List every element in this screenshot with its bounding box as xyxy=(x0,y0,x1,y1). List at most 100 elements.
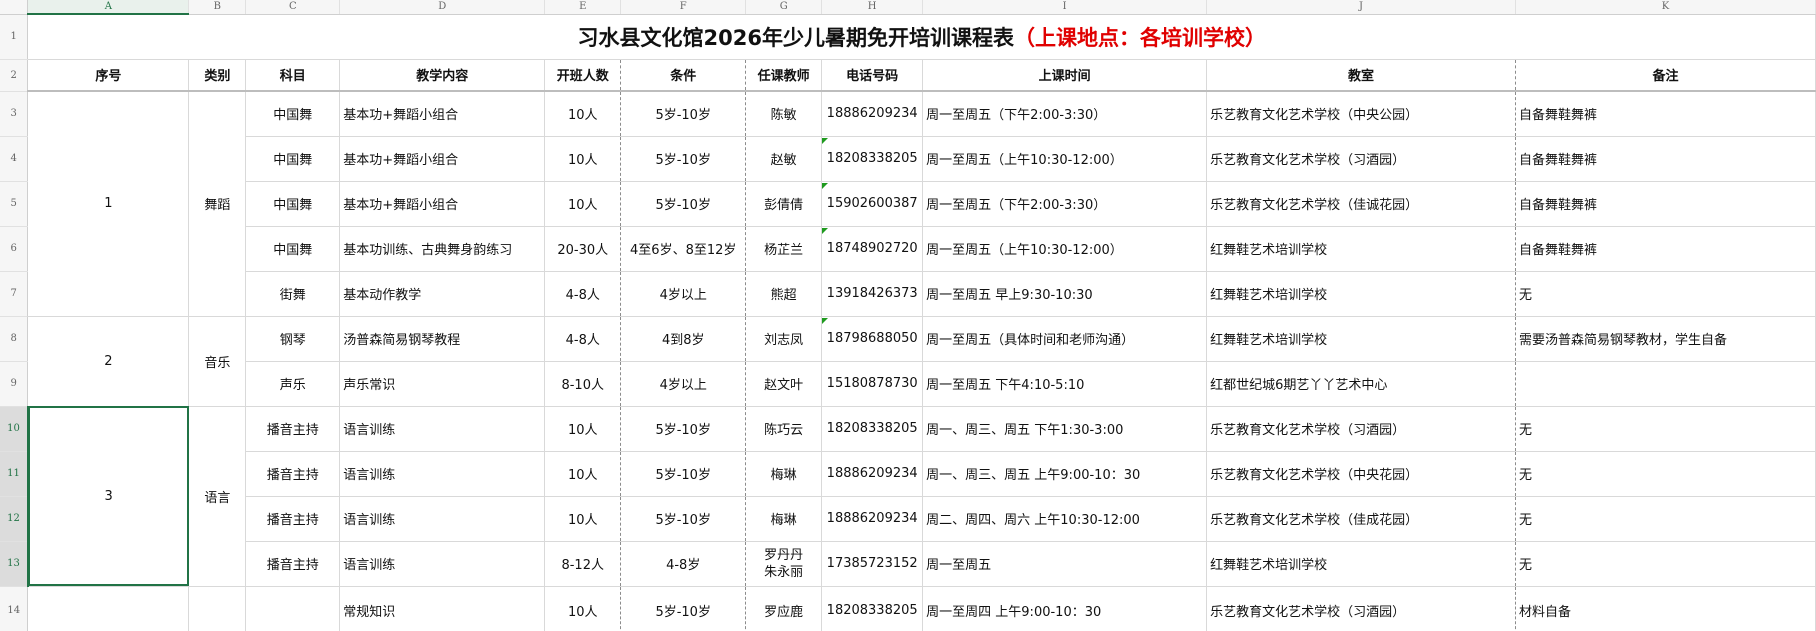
cell-content[interactable]: 基本功+舞蹈小组合 xyxy=(339,181,546,227)
header-content[interactable]: 教学内容 xyxy=(339,59,546,92)
cell-note[interactable]: 无 xyxy=(1515,451,1816,497)
column-header-g[interactable]: G xyxy=(745,0,823,15)
cell-content[interactable]: 语言训练 xyxy=(339,451,546,497)
cell-class-size[interactable]: 20-30人 xyxy=(544,226,622,272)
cell-time[interactable]: 周一至周四 上午9:00-10：30 xyxy=(922,586,1208,631)
cell-room[interactable]: 乐艺教育文化艺术学校（习酒园） xyxy=(1206,136,1516,182)
row-header-5[interactable]: 5 xyxy=(0,181,29,227)
cell-phone[interactable]: 18748902720 xyxy=(821,226,924,272)
column-header-h[interactable]: H xyxy=(821,0,924,15)
cell-room[interactable]: 红舞鞋艺术培训学校 xyxy=(1206,271,1516,317)
cell-index[interactable] xyxy=(27,586,190,631)
header-index[interactable]: 序号 xyxy=(27,59,190,92)
cell-subject[interactable]: 中国舞 xyxy=(245,181,341,227)
cell-content[interactable]: 常规知识 xyxy=(339,586,546,631)
cell-content[interactable]: 基本功+舞蹈小组合 xyxy=(339,136,546,182)
cell-note[interactable]: 无 xyxy=(1515,496,1816,542)
column-header-d[interactable]: D xyxy=(339,0,546,15)
cell-teacher[interactable]: 罗丹丹 朱永丽 xyxy=(745,541,823,587)
cell-content[interactable]: 基本动作教学 xyxy=(339,271,546,317)
column-header-i[interactable]: I xyxy=(922,0,1208,15)
header-subject[interactable]: 科目 xyxy=(245,59,341,92)
cell-time[interactable]: 周一至周五（下午2:00-3:30） xyxy=(922,181,1208,227)
cell-subject[interactable]: 播音主持 xyxy=(245,451,341,497)
cell-note[interactable]: 需要汤普森简易钢琴教材，学生自备 xyxy=(1515,316,1816,362)
cell-content[interactable]: 基本功训练、古典舞身韵练习 xyxy=(339,226,546,272)
row-header-12[interactable]: 12 xyxy=(0,496,29,542)
header-note[interactable]: 备注 xyxy=(1515,59,1816,92)
header-phone[interactable]: 电话号码 xyxy=(821,59,924,92)
row-header-8[interactable]: 8 xyxy=(0,316,29,362)
cell-time[interactable]: 周一至周五（上午10:30-12:00） xyxy=(922,136,1208,182)
cell-note[interactable]: 自备舞鞋舞裤 xyxy=(1515,91,1816,137)
row-header-6[interactable]: 6 xyxy=(0,226,29,272)
cell-class-size[interactable]: 8-10人 xyxy=(544,361,622,407)
cell-phone[interactable]: 18886209234 xyxy=(821,91,924,137)
cell-subject[interactable] xyxy=(245,586,341,631)
cell-phone[interactable]: 15180878730 xyxy=(821,361,924,407)
cell-condition[interactable]: 5岁-10岁 xyxy=(620,451,747,497)
cell-time[interactable]: 周一至周五（下午2:00-3:30） xyxy=(922,91,1208,137)
cell-subject[interactable]: 街舞 xyxy=(245,271,341,317)
row-header-7[interactable]: 7 xyxy=(0,271,29,317)
cell-note[interactable]: 无 xyxy=(1515,406,1816,452)
group-category-music[interactable]: 音乐 xyxy=(188,316,247,407)
row-header-10[interactable]: 10 xyxy=(0,406,29,452)
cell-content[interactable]: 语言训练 xyxy=(339,406,546,452)
spreadsheet[interactable]: A B C D E F G H I J K 1 习水县文化馆2026年少儿暑期免… xyxy=(0,0,1816,631)
group-category-language[interactable]: 语言 xyxy=(188,406,247,587)
cell-note[interactable]: 自备舞鞋舞裤 xyxy=(1515,136,1816,182)
cell-time[interactable]: 周二、周四、周六 上午10:30-12:00 xyxy=(922,496,1208,542)
cell-subject[interactable]: 播音主持 xyxy=(245,541,341,587)
header-teacher[interactable]: 任课教师 xyxy=(745,59,823,92)
cell-category[interactable] xyxy=(188,586,247,631)
cell-note[interactable]: 自备舞鞋舞裤 xyxy=(1515,226,1816,272)
row-header-13[interactable]: 13 xyxy=(0,541,29,587)
cell-teacher[interactable]: 陈敏 xyxy=(745,91,823,137)
column-header-j[interactable]: J xyxy=(1206,0,1516,15)
cell-room[interactable]: 红都世纪城6期艺丫丫艺术中心 xyxy=(1206,361,1516,407)
row-header-2[interactable]: 2 xyxy=(0,59,29,92)
row-header-9[interactable]: 9 xyxy=(0,361,29,407)
cell-note[interactable]: 材料自备 xyxy=(1515,586,1816,631)
cell-time[interactable]: 周一至周五 早上9:30-10:30 xyxy=(922,271,1208,317)
cell-time[interactable]: 周一至周五（上午10:30-12:00） xyxy=(922,226,1208,272)
cell-phone[interactable]: 18886209234 xyxy=(821,496,924,542)
cell-content[interactable]: 语言训练 xyxy=(339,541,546,587)
cell-teacher[interactable]: 陈巧云 xyxy=(745,406,823,452)
cell-phone[interactable]: 18208338205 xyxy=(821,136,924,182)
cell-room[interactable]: 红舞鞋艺术培训学校 xyxy=(1206,541,1516,587)
cell-phone[interactable]: 15902600387 xyxy=(821,181,924,227)
cell-room[interactable]: 乐艺教育文化艺术学校（中央花园） xyxy=(1206,451,1516,497)
cell-time[interactable]: 周一至周五 xyxy=(922,541,1208,587)
cell-time[interactable]: 周一、周三、周五 上午9:00-10：30 xyxy=(922,451,1208,497)
cell-class-size[interactable]: 10人 xyxy=(544,496,622,542)
cell-teacher[interactable]: 刘志凤 xyxy=(745,316,823,362)
cell-condition[interactable]: 5岁-10岁 xyxy=(620,586,747,631)
cell-teacher[interactable]: 赵文叶 xyxy=(745,361,823,407)
cell-phone[interactable]: 17385723152 xyxy=(821,541,924,587)
cell-class-size[interactable]: 4-8人 xyxy=(544,271,622,317)
cell-subject[interactable]: 中国舞 xyxy=(245,226,341,272)
cell-room[interactable]: 乐艺教育文化艺术学校（佳诚花园） xyxy=(1206,181,1516,227)
cell-class-size[interactable]: 10人 xyxy=(544,406,622,452)
column-header-k[interactable]: K xyxy=(1515,0,1816,15)
row-header-11[interactable]: 11 xyxy=(0,451,29,497)
sheet-title[interactable]: 习水县文化馆2026年少儿暑期免开培训课程表（上课地点：各培训学校） xyxy=(27,14,1816,60)
column-header-c[interactable]: C xyxy=(245,0,341,15)
column-header-a[interactable]: A xyxy=(27,0,190,15)
cell-time[interactable]: 周一至周五 下午4:10-5:10 xyxy=(922,361,1208,407)
cell-room[interactable]: 乐艺教育文化艺术学校（习酒园） xyxy=(1206,406,1516,452)
cell-class-size[interactable]: 10人 xyxy=(544,451,622,497)
cell-room[interactable]: 红舞鞋艺术培训学校 xyxy=(1206,316,1516,362)
cell-room[interactable]: 乐艺教育文化艺术学校（中央公园） xyxy=(1206,91,1516,137)
cell-condition[interactable]: 5岁-10岁 xyxy=(620,136,747,182)
cell-condition[interactable]: 5岁-10岁 xyxy=(620,406,747,452)
cell-teacher[interactable]: 赵敏 xyxy=(745,136,823,182)
cell-content[interactable]: 基本功+舞蹈小组合 xyxy=(339,91,546,137)
header-class-size[interactable]: 开班人数 xyxy=(544,59,622,92)
cell-note[interactable]: 无 xyxy=(1515,541,1816,587)
header-time[interactable]: 上课时间 xyxy=(922,59,1208,92)
cell-condition[interactable]: 4-8岁 xyxy=(620,541,747,587)
column-header-b[interactable]: B xyxy=(188,0,247,15)
